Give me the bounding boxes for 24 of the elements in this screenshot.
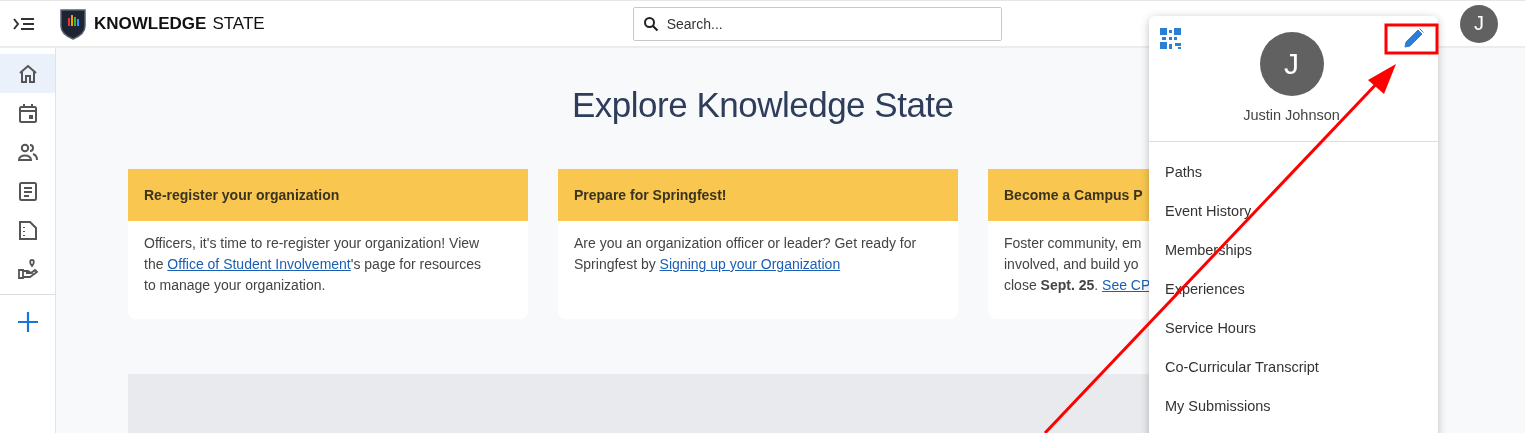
menu-item[interactable]: Service Hours [1149,308,1438,347]
card-link[interactable]: See CP [1102,277,1151,293]
card-text: Officers, it's time to re-register your organization! View the Office of Student Involvement's page for resources to manage your organization. [144,234,483,295]
edit-icon[interactable] [1402,26,1426,50]
card-link[interactable]: Signing up your Organization [659,256,841,272]
sidebar-item[interactable] [0,54,55,93]
profile-name: Justin Johnson [1243,107,1340,123]
search-icon [642,15,659,32]
user-avatar[interactable]: J [1460,4,1498,43]
card-title: Re-register your organization [128,169,528,221]
menu-item[interactable]: Co-Curricular Transcript [1149,347,1438,386]
qr-code-icon[interactable] [1160,28,1181,49]
add-icon[interactable] [16,311,39,333]
highlight-box [1384,23,1439,55]
card-title: Prepare for Springfest! [558,169,958,221]
brand-name: STATE [212,13,265,34]
menu-item[interactable]: My Submissions [1149,386,1438,425]
search-field[interactable]: Search... [632,6,1002,41]
card-link[interactable]: Office of Student Involvement [167,256,351,272]
card-text: Are you an organization officer or leader? Get ready for Springfest by Signing up your Organization [574,234,918,274]
shield-logo-icon [60,7,86,40]
profile-avatar: J [1259,32,1324,96]
page-title: Explore Knowledge State [572,85,954,125]
brand-name: KNOWLEDGE [94,13,207,34]
